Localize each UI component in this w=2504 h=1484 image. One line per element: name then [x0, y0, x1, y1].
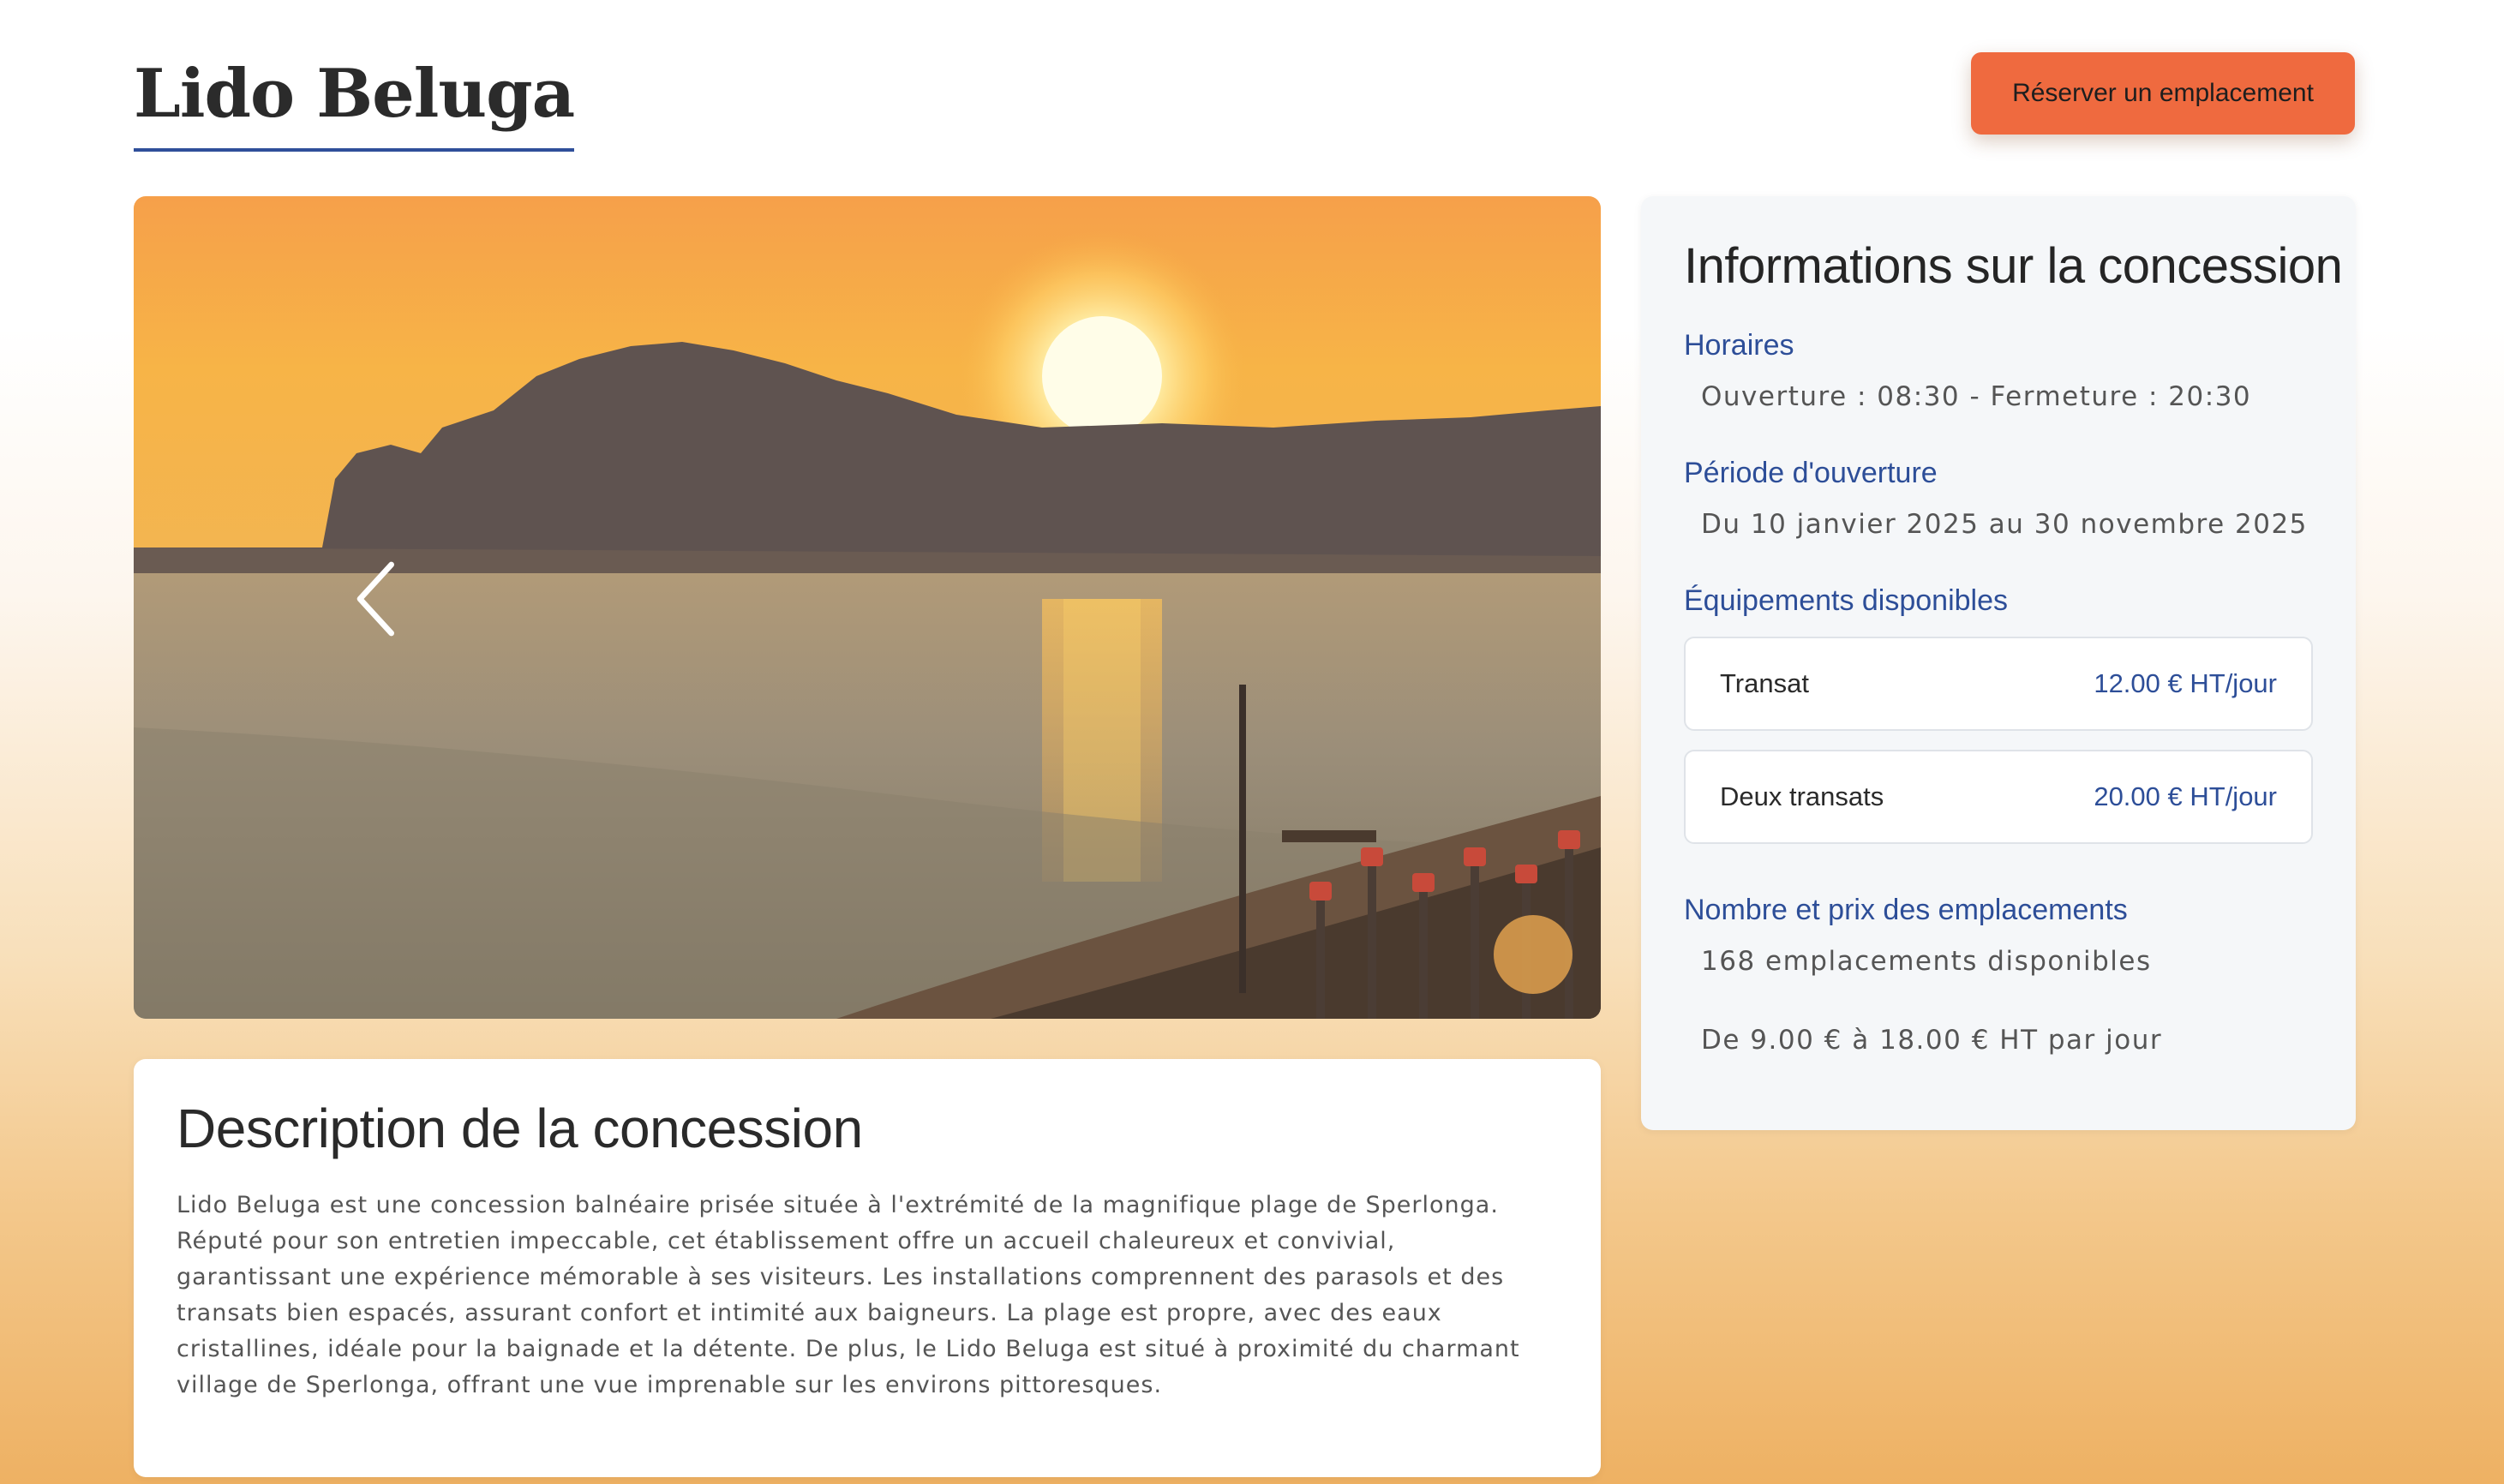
description-title: Description de la concession: [177, 1098, 863, 1159]
equipment-name: Deux transats: [1720, 781, 1884, 811]
equipment-label: Équipements disponibles: [1684, 584, 2009, 617]
page-header: Lido Beluga Réserver un emplacement: [134, 48, 2355, 159]
equipment-price: 12.00 € HT/jour: [2094, 668, 2277, 698]
equipment-item[interactable]: Transat 12.00 € HT/jour: [1684, 637, 2313, 731]
equipment-price: 20.00 € HT/jour: [2094, 781, 2277, 811]
equipment-list: Transat 12.00 € HT/jour Deux transats 20…: [1684, 637, 2313, 844]
image-carousel[interactable]: [134, 196, 1601, 1019]
period-value: Du 10 janvier 2025 au 30 novembre 2025: [1701, 509, 2308, 540]
spots-price: De 9.00 € à 18.00 € HT par jour: [1701, 1025, 2163, 1056]
hours-label: Horaires: [1684, 329, 1794, 362]
description-text: Lido Beluga est une concession balnéaire…: [177, 1192, 1520, 1398]
equipment-item[interactable]: Deux transats 20.00 € HT/jour: [1684, 750, 2313, 844]
chevron-left-icon: [356, 561, 394, 637]
info-title: Informations sur la concession: [1684, 238, 2343, 294]
equipment-name: Transat: [1720, 668, 1809, 698]
carousel-next-button[interactable]: [1582, 556, 1601, 642]
spots-label: Nombre et prix des emplacements: [1684, 894, 2128, 926]
chevron-right-icon: [1582, 556, 1601, 642]
carousel-prev-button[interactable]: [334, 556, 420, 642]
reserve-button[interactable]: Réserver un emplacement: [1971, 52, 2355, 135]
period-label: Période d'ouverture: [1684, 457, 1938, 489]
hours-value: Ouverture : 08:30 - Fermeture : 20:30: [1701, 381, 2252, 412]
info-card: Informations sur la concession Horaires …: [1641, 196, 2356, 1130]
page-title: Lido Beluga: [134, 55, 575, 152]
description-card: Description de la concession Lido Beluga…: [134, 1059, 1601, 1477]
spots-count: 168 emplacements disponibles: [1701, 946, 2152, 977]
